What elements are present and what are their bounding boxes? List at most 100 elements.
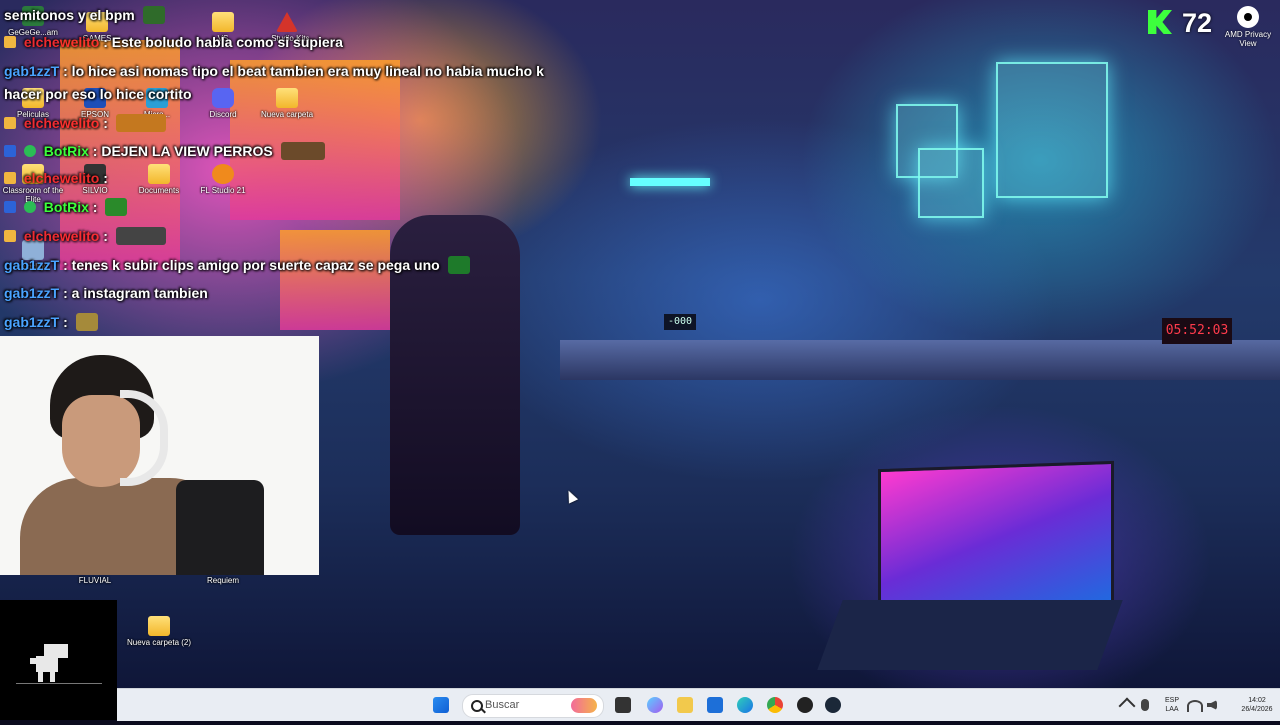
chat-message: BotRix : — [4, 198, 128, 216]
chat-username: elchewelito — [23, 34, 100, 50]
chat-message: elchewelito : Este boludo habla como si … — [4, 34, 343, 50]
file-explorer-icon[interactable] — [677, 697, 693, 713]
obs-icon[interactable] — [797, 697, 813, 713]
edge-browser-icon[interactable] — [737, 697, 753, 713]
headphones — [120, 390, 168, 486]
chat-message-text: : — [92, 199, 98, 215]
badge-icon — [4, 117, 16, 129]
chat-message: hacer por eso lo hice cortito — [4, 86, 192, 102]
emote-icon — [447, 256, 470, 274]
microsoft-store-icon[interactable] — [707, 697, 723, 713]
taskbar-search[interactable]: Buscar — [462, 694, 604, 718]
eye-icon — [1237, 6, 1259, 28]
wallpaper-laptop-base — [817, 600, 1123, 670]
chat-message-text: hacer por eso lo hice cortito — [4, 86, 192, 102]
clock-date: 26/4/2026 — [1241, 706, 1273, 713]
desktop-icon-nueva-carpeta[interactable]: Nueva carpeta — [254, 88, 320, 119]
chat-message: semitonos y el bpm — [4, 6, 165, 24]
microphone-icon[interactable] — [1141, 699, 1149, 711]
desktop-icon-discord[interactable]: Discord — [190, 88, 256, 119]
search-icon — [471, 700, 483, 712]
chat-message-text: : — [103, 115, 108, 131]
app-icon — [276, 12, 298, 32]
keyboard-layout: LAA — [1165, 706, 1179, 713]
desktop-icon-label: FL Studio 21 — [200, 186, 246, 195]
clock-time: 14:02 — [1248, 697, 1266, 704]
chat-message: gab1zzT : tenes k subir clips amigo por … — [4, 256, 470, 274]
desktop-icon-nueva-carpeta-2[interactable]: Nueva carpeta (2) — [126, 616, 192, 647]
task-view-icon[interactable] — [615, 697, 631, 713]
wallpaper-holo-panel — [996, 62, 1108, 198]
wallpaper-holo-panel-3 — [918, 148, 984, 218]
language-indicator[interactable]: ESP LAA — [1162, 696, 1182, 714]
desktop-icon-label: Nueva carpeta (2) — [126, 638, 192, 647]
amd-privacy-view[interactable]: AMD Privacy View — [1218, 6, 1278, 48]
amd-privacy-label: AMD Privacy View — [1224, 30, 1272, 48]
fl-studio-icon — [212, 164, 234, 184]
chat-username: gab1zzT — [4, 257, 60, 273]
emote-icon — [280, 142, 325, 160]
badge-icon — [4, 145, 16, 157]
wallpaper-shelf-light — [630, 178, 710, 186]
windows-start-icon[interactable] — [433, 697, 449, 713]
clock[interactable]: 14:02 26/4/2026 — [1237, 696, 1277, 714]
folder-icon — [212, 12, 234, 32]
chat-username: gab1zzT — [4, 63, 60, 79]
desktop-icon-fl-studio[interactable]: FL Studio 21 — [190, 164, 256, 195]
search-highlight-icon — [571, 698, 597, 713]
desktop-icon-label: Documents — [138, 186, 180, 195]
wallpaper-city-art-3 — [280, 230, 390, 330]
chat-message: gab1zzT : lo hice asi nomas tipo el beat… — [4, 63, 544, 79]
verified-icon — [23, 201, 36, 213]
chat-message-text: : — [103, 170, 108, 186]
wifi-icon[interactable] — [1187, 700, 1203, 712]
volume-icon[interactable] — [1207, 700, 1217, 710]
chat-message-text: : Este boludo habla como si supiera — [103, 34, 343, 50]
chat-username: elchewelito — [23, 115, 100, 131]
chat-message-text: : lo hice asi nomas tipo el beat tambien… — [63, 63, 544, 79]
chat-message: elchewelito : — [4, 227, 166, 245]
chat-username: gab1zzT — [4, 314, 60, 330]
desktop-icon-label: FLUVIAL — [78, 576, 112, 585]
chat-username: elchewelito — [23, 228, 100, 244]
kick-logo-icon — [1148, 10, 1172, 34]
chat-message-text: semitonos y el bpm — [4, 7, 135, 23]
wallpaper-laptop — [878, 460, 1114, 618]
badge-icon — [4, 230, 16, 242]
chat-message-text: : tenes k subir clips amigo por suerte c… — [63, 257, 440, 273]
copilot-icon[interactable] — [647, 697, 663, 713]
emote-icon — [105, 198, 128, 216]
dino-icon — [16, 644, 102, 684]
emote-icon — [75, 313, 98, 331]
chrome-icon[interactable] — [767, 697, 783, 713]
wallpaper-city-art-2 — [230, 60, 400, 220]
chat-message-text: : — [63, 314, 68, 330]
desktop-icon-requiem[interactable]: Requiem — [190, 576, 256, 585]
desktop-icon-label: Discord — [209, 110, 237, 119]
chat-message: gab1zzT : — [4, 313, 98, 331]
folder-icon — [148, 164, 170, 184]
chat-message-text: : a instagram tambien — [63, 285, 208, 301]
chat-username: BotRix — [43, 143, 89, 159]
badge-icon — [4, 172, 16, 184]
taskbar: Buscar ESP LAA 14:02 26/4/2026 — [117, 688, 1280, 721]
verified-icon — [23, 145, 36, 157]
chat-message: elchewelito : — [4, 170, 108, 186]
badge-icon — [4, 201, 16, 213]
chat-message: BotRix : DEJEN LA VIEW PERROS — [4, 142, 325, 160]
chat-message-text: : DEJEN LA VIEW PERROS — [92, 143, 273, 159]
badge-icon — [4, 36, 16, 48]
steam-icon[interactable] — [825, 697, 841, 713]
folder-icon — [276, 88, 298, 108]
wallpaper-readout: -000 — [664, 314, 696, 330]
chat-message-text: : — [103, 228, 108, 244]
wallpaper-clock-display: 05:52:03 — [1162, 318, 1232, 344]
chat-message: gab1zzT : a instagram tambien — [4, 285, 208, 301]
chat-message: elchewelito : — [4, 114, 166, 132]
desktop-icon-documents[interactable]: Documents — [126, 164, 192, 195]
emote-icon — [115, 227, 166, 245]
chat-username: gab1zzT — [4, 285, 60, 301]
desktop-icon-fluvial[interactable]: FLUVIAL — [62, 576, 128, 585]
chevron-up-icon[interactable] — [1118, 697, 1136, 715]
chat-username: BotRix — [43, 199, 89, 215]
